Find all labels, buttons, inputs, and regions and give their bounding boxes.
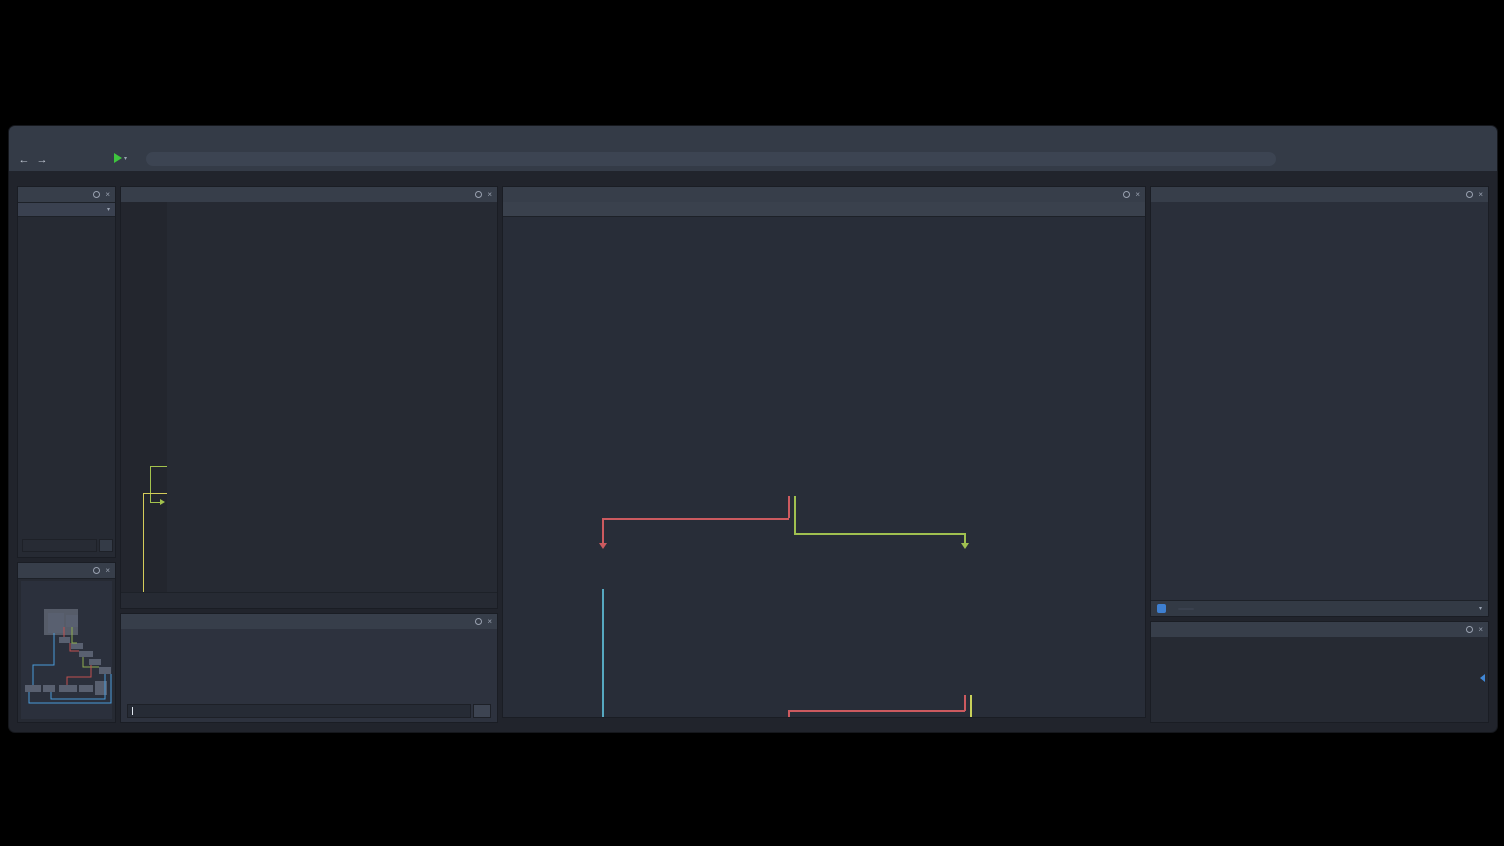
jump-line-green [150,502,160,503]
auto-refresh-checkbox[interactable] [1157,604,1166,613]
close-icon[interactable]: × [487,191,492,199]
edge-false-2 [788,710,965,712]
disassembly-titlebar: × [121,187,497,203]
jump-line-yellow [143,493,167,494]
edge-false [788,496,790,518]
gear-icon[interactable] [1466,191,1473,198]
function-signature-bar [503,202,1145,217]
chevron-down-icon: ▾ [124,155,127,162]
close-icon[interactable]: × [105,191,110,199]
close-icon[interactable]: × [105,567,110,575]
console-prompt-line [121,629,497,639]
close-icon[interactable]: × [1478,626,1483,634]
graph-overview-titlebar: × [18,563,115,579]
jump-target-arrow-icon [160,499,165,505]
graph-overview-canvas[interactable] [21,581,112,719]
address-seekbar[interactable] [17,173,1489,182]
jump-line-green [150,466,151,502]
jump-line-yellow [143,493,144,592]
menu-bar [9,126,1497,148]
quick-filter-input[interactable] [22,539,97,552]
close-icon[interactable]: × [1135,191,1140,199]
console-output [121,629,497,722]
close-icon[interactable]: × [1478,191,1483,199]
filter-clear-button[interactable] [99,539,113,552]
decompiler-code [1151,202,1488,600]
graph-titlebar: × [503,187,1145,203]
edge-arrow-red-icon [599,543,607,549]
hexdump-titlebar: × [1151,622,1488,638]
gear-icon[interactable] [475,618,482,625]
decompiler-titlebar: × [1151,187,1488,203]
disassembly-listing [121,202,497,592]
console-titlebar: × [121,614,497,630]
edge-true [794,496,796,533]
debug-start-button[interactable]: ▾ [114,153,127,163]
console-panel: × [120,613,498,723]
edge-false-2 [788,710,790,717]
chevron-down-icon: ▾ [107,206,110,213]
hexdump-table [1151,637,1488,722]
graph-canvas[interactable] [503,217,1145,717]
disassembly-panel: × [120,186,498,609]
close-icon[interactable]: × [487,618,492,626]
seek-indicator-icon [1480,674,1485,682]
console-send-button[interactable] [473,704,491,718]
hexdump-panel: × [1150,621,1489,723]
graph-overview-panel: × [17,562,116,723]
gear-icon[interactable] [1466,626,1473,633]
jump-line-green [150,466,167,467]
search-input[interactable] [146,152,1276,166]
graph-panel: × [502,186,1146,718]
toolbar: ← → ▾ [9,148,1497,171]
minimap-graphic [21,581,114,721]
back-button[interactable]: ← [15,154,33,166]
chevron-down-icon: ▾ [1479,605,1482,612]
edge-true-2 [970,695,972,717]
gear-icon[interactable] [475,191,482,198]
functions-name-header[interactable]: ▾ [18,203,115,217]
functions-panel-titlebar: × [18,187,115,203]
cutter-window: ← → ▾ × ▾ [8,125,1498,733]
gear-icon[interactable] [93,567,100,574]
refresh-button[interactable] [1178,608,1194,610]
gear-icon[interactable] [1123,191,1130,198]
edge-false-2 [964,695,966,711]
edge-false [602,518,604,544]
text-cursor [132,707,133,715]
gear-icon[interactable] [93,191,100,198]
edge-true [964,533,966,543]
forward-button[interactable]: → [33,154,51,166]
decompiler-panel: × ▾ [1150,186,1489,617]
edge-unconditional [602,589,604,717]
play-icon [114,153,122,163]
desktop: ← → ▾ × ▾ [0,0,1504,846]
edge-false [602,518,789,520]
edge-true [794,533,965,535]
bottom-tab-bar [121,592,497,608]
edge-arrow-green-icon [961,543,969,549]
console-input[interactable] [127,704,471,718]
decompiler-footer: ▾ [1151,600,1488,616]
functions-panel: × ▾ [17,186,116,558]
